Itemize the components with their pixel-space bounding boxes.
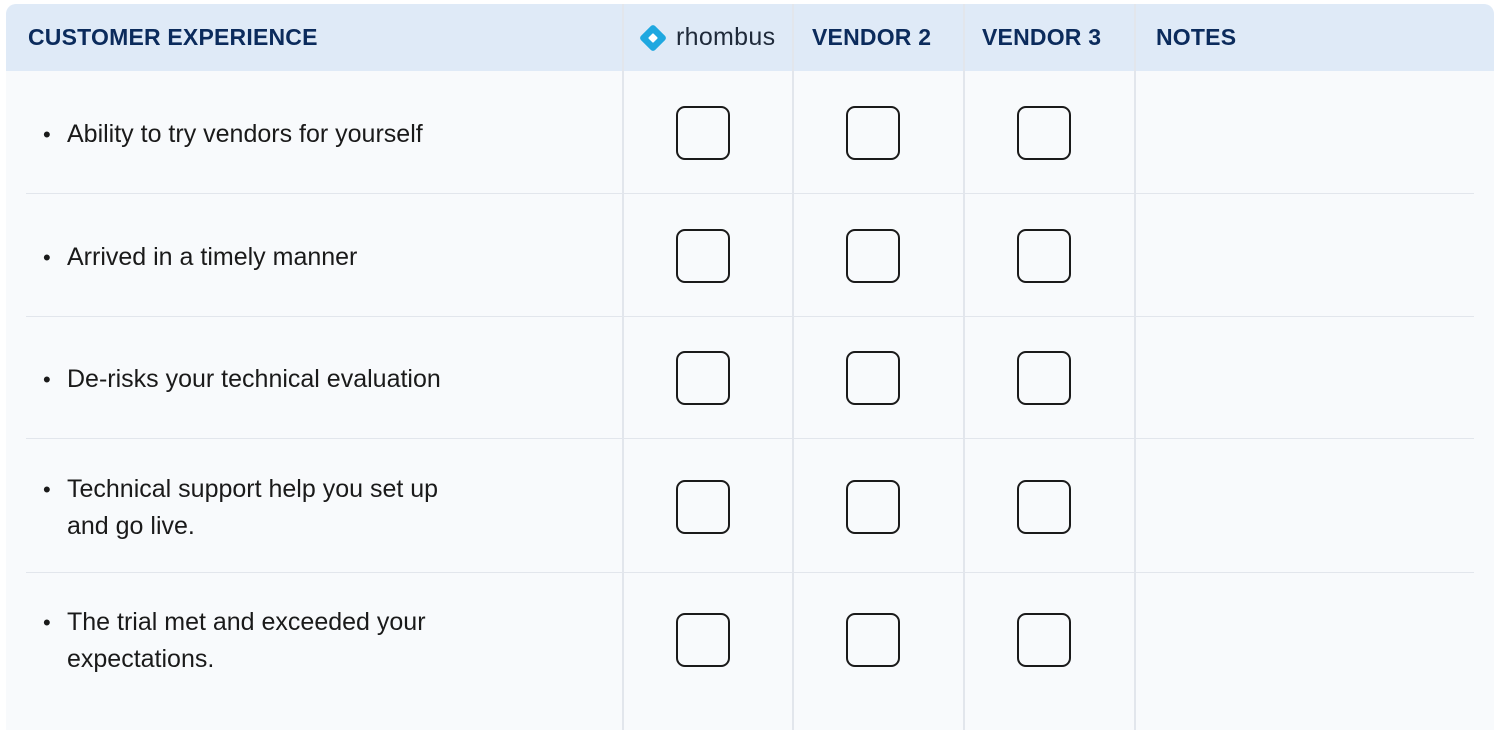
checkbox-vendor-3[interactable] xyxy=(1017,229,1071,283)
criteria-line: Ability to try vendors for yourself xyxy=(67,120,423,148)
criteria-item: • Arrived in a timely manner xyxy=(43,239,503,276)
table-header: CUSTOMER EXPERIENCE rhombus VENDOR 2 VEN… xyxy=(6,4,1494,71)
bullet-icon: • xyxy=(43,477,51,502)
column-divider xyxy=(792,4,794,730)
checkbox-rhombus[interactable] xyxy=(676,106,730,160)
column-divider xyxy=(622,4,624,730)
checkbox-vendor-3[interactable] xyxy=(1017,613,1071,667)
checkbox-rhombus[interactable] xyxy=(676,480,730,534)
row-divider xyxy=(26,572,1474,573)
criteria-label: The trial met and exceeded your expectati… xyxy=(67,604,426,678)
rhombus-logo: rhombus xyxy=(638,4,775,71)
checkbox-rhombus[interactable] xyxy=(676,351,730,405)
column-vendor-3: VENDOR 3 xyxy=(982,24,1102,50)
criteria-line: Arrived in a timely manner xyxy=(67,243,358,271)
checkbox-vendor-2[interactable] xyxy=(846,351,900,405)
criteria-item: • De-risks your technical evaluation xyxy=(43,361,503,398)
criteria-label: Arrived in a timely manner xyxy=(67,239,357,276)
criteria-label: Technical support help you set up and go … xyxy=(67,471,438,545)
checkbox-vendor-2[interactable] xyxy=(846,480,900,534)
criteria-label: Ability to try vendors for yourself xyxy=(67,116,423,153)
criteria-line: De-risks your technical evaluation xyxy=(67,365,441,393)
checkbox-vendor-2[interactable] xyxy=(846,613,900,667)
bullet-icon: • xyxy=(43,610,51,635)
row-divider xyxy=(26,316,1474,317)
checkbox-vendor-2[interactable] xyxy=(846,229,900,283)
bullet-icon: • xyxy=(43,245,51,270)
criteria-label: De-risks your technical evaluation xyxy=(67,361,441,398)
rhombus-diamond-icon xyxy=(640,24,666,51)
column-divider xyxy=(963,4,965,730)
criteria-line: expectations. xyxy=(67,645,215,673)
criteria-line: and go live. xyxy=(67,512,195,540)
column-divider xyxy=(1134,4,1136,730)
checkbox-rhombus[interactable] xyxy=(676,229,730,283)
criteria-item: • Technical support help you set up and go… xyxy=(43,471,503,545)
row-divider xyxy=(26,193,1474,194)
section-title: CUSTOMER EXPERIENCE xyxy=(28,24,318,50)
column-notes: NOTES xyxy=(1156,24,1237,50)
criteria-item: • Ability to try vendors for yourself xyxy=(43,116,503,153)
checkbox-vendor-2[interactable] xyxy=(846,106,900,160)
checkbox-rhombus[interactable] xyxy=(676,613,730,667)
checkbox-vendor-3[interactable] xyxy=(1017,106,1071,160)
criteria-line: Technical support help you set up xyxy=(67,475,439,503)
column-vendor-2: VENDOR 2 xyxy=(812,24,932,50)
criteria-line: The trial met and exceeded your xyxy=(67,608,426,636)
criteria-item: • The trial met and exceeded your expectat… xyxy=(43,604,503,678)
brand-name: rhombus xyxy=(676,23,776,51)
bullet-icon: • xyxy=(43,367,51,392)
checkbox-vendor-3[interactable] xyxy=(1017,480,1071,534)
checkbox-vendor-3[interactable] xyxy=(1017,351,1071,405)
bullet-icon: • xyxy=(43,122,51,147)
evaluation-table: CUSTOMER EXPERIENCE rhombus VENDOR 2 VEN… xyxy=(6,4,1494,730)
row-divider xyxy=(26,438,1474,439)
